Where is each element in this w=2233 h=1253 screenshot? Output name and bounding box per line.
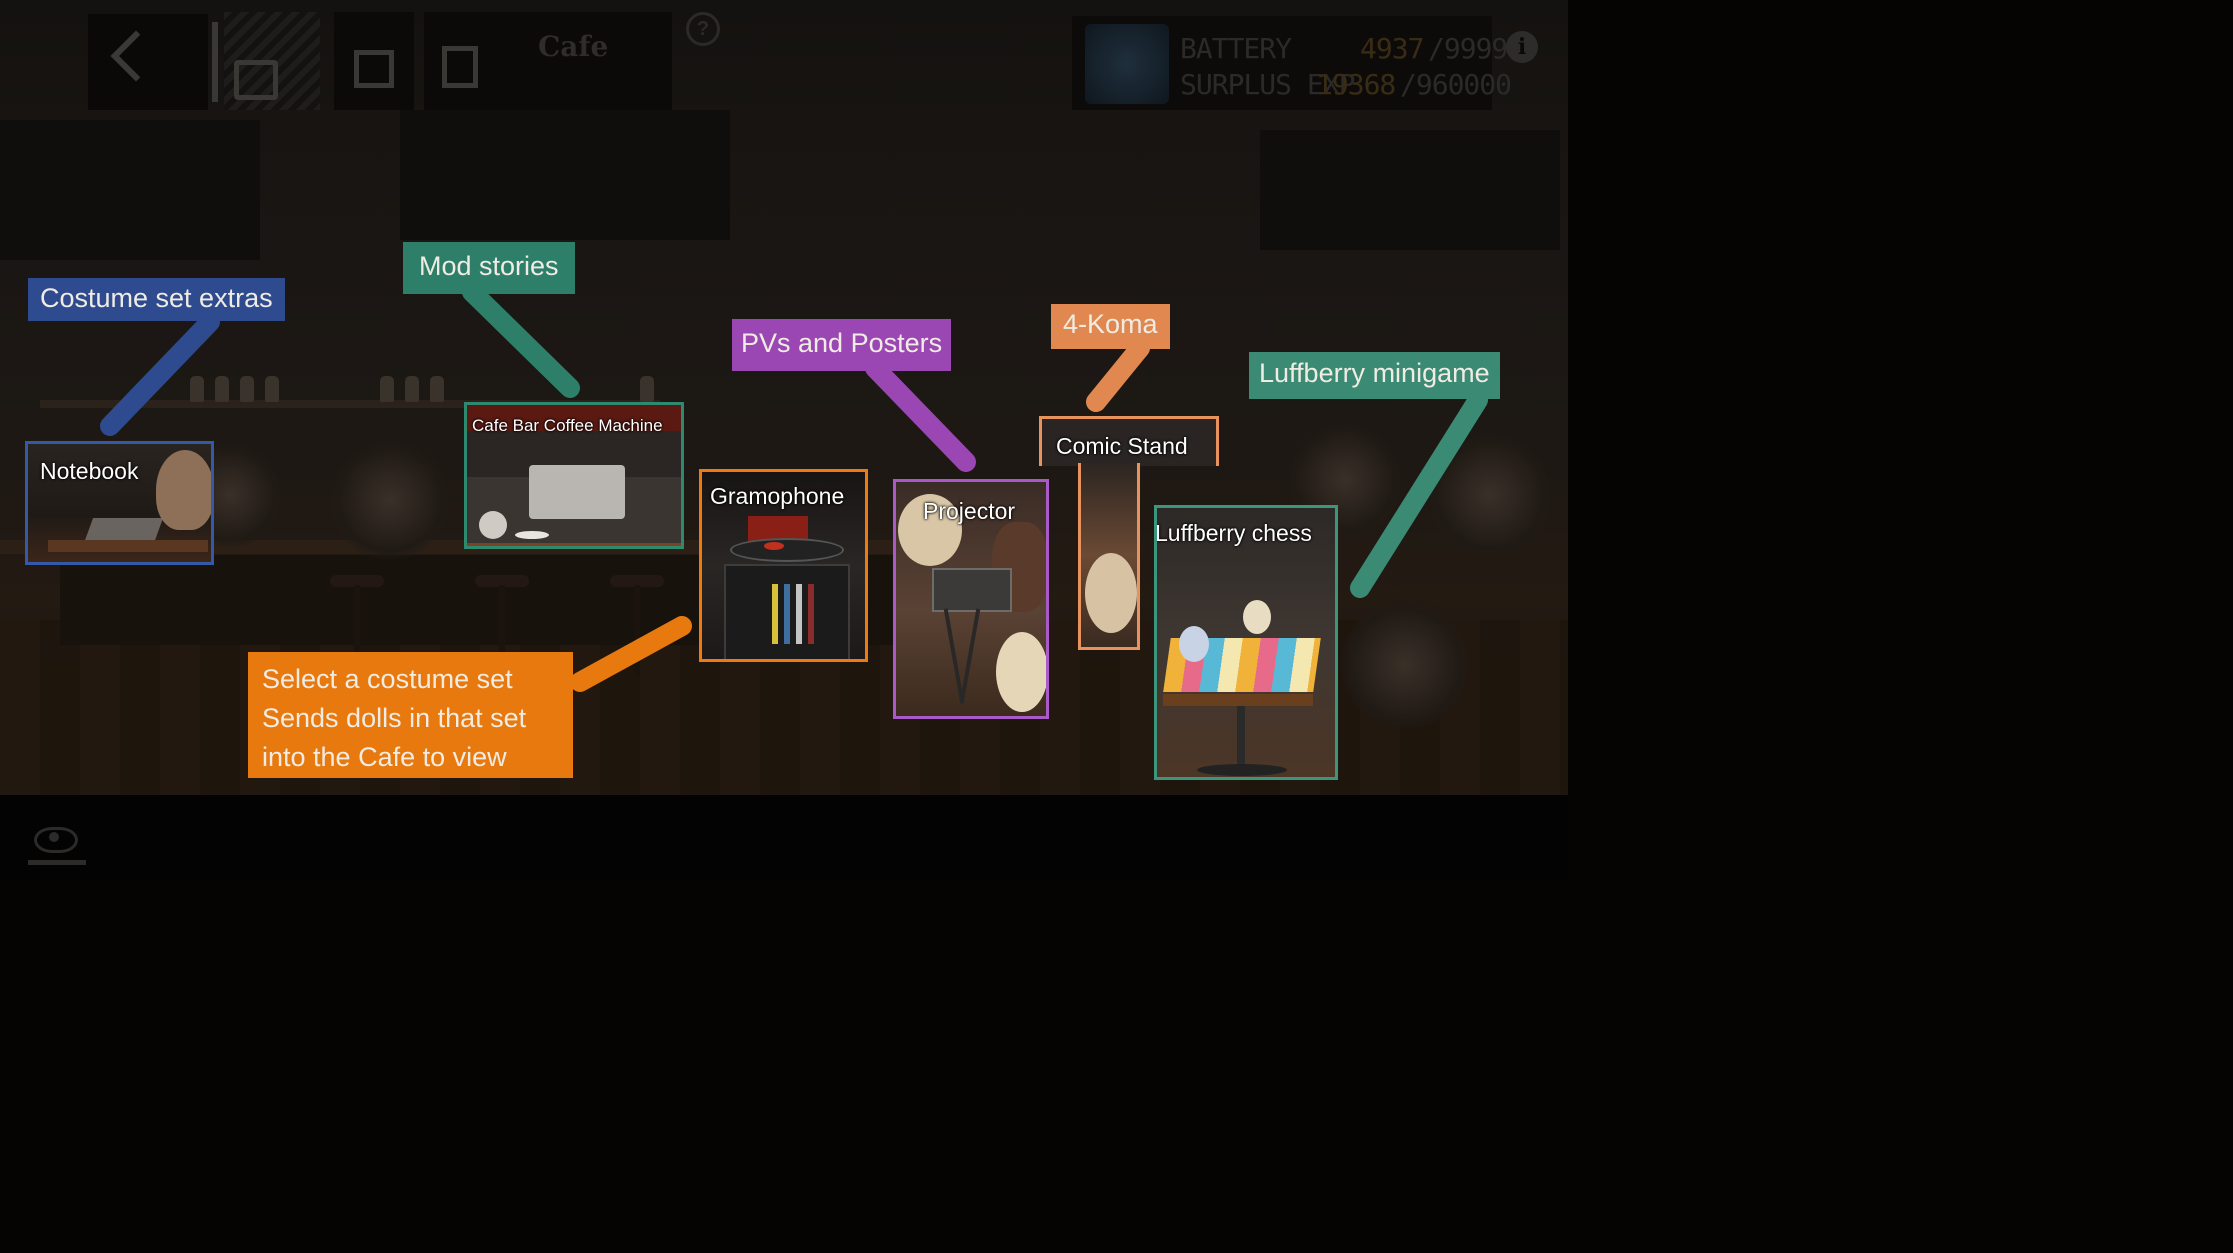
doll-sprite[interactable] bbox=[1340, 600, 1470, 730]
doll-sprite bbox=[156, 450, 211, 530]
film-projector bbox=[932, 568, 1012, 612]
help-icon[interactable]: ? bbox=[686, 12, 720, 46]
counter-top bbox=[467, 543, 681, 546]
battery-icon bbox=[1085, 24, 1169, 104]
cup bbox=[515, 531, 549, 539]
eye-pupil bbox=[49, 832, 59, 842]
comic-stand-shelf[interactable] bbox=[1078, 463, 1140, 650]
callout-select-costume-line: Select a costume set bbox=[262, 664, 513, 694]
battery-label: BATTERY bbox=[1180, 32, 1292, 65]
bottle bbox=[380, 376, 394, 402]
callout-mod-stories: Mod stories bbox=[403, 242, 575, 294]
callout-four-koma: 4-Koma bbox=[1051, 304, 1170, 349]
chess-piece bbox=[1179, 626, 1209, 662]
furniture-icon bbox=[234, 60, 278, 100]
chess-piece bbox=[1243, 600, 1271, 634]
exp-current: 19368 bbox=[1316, 68, 1396, 101]
record-sleeve bbox=[784, 584, 790, 644]
record-sleeve bbox=[796, 584, 802, 644]
wall-panel bbox=[400, 110, 730, 240]
building-icon bbox=[442, 46, 478, 88]
doll-sprite[interactable] bbox=[330, 440, 450, 560]
luffberry-chess-item[interactable]: Luffberry chess bbox=[1154, 505, 1338, 780]
coffee-machine-label: Cafe Bar Coffee Machine bbox=[472, 416, 663, 435]
record-player bbox=[730, 538, 844, 562]
notebook-label: Notebook bbox=[40, 458, 139, 484]
chess-table bbox=[1163, 694, 1313, 706]
comic-stand-item[interactable]: Comic Stand bbox=[1039, 416, 1219, 466]
projector-item[interactable]: Projector bbox=[893, 479, 1049, 719]
coffee-machine-item[interactable]: Cafe Bar Coffee Machine bbox=[464, 402, 684, 549]
battery-current: 4937 bbox=[1360, 32, 1424, 65]
desk bbox=[48, 540, 208, 552]
bottle bbox=[405, 376, 419, 402]
furniture-shop-button[interactable] bbox=[224, 12, 320, 110]
callout-pvs-posters: PVs and Posters bbox=[732, 319, 952, 371]
projector-label: Projector bbox=[923, 498, 1016, 524]
info-icon[interactable]: i bbox=[1506, 31, 1538, 63]
wall-panel bbox=[0, 120, 260, 260]
exp-max: /960000 bbox=[1400, 68, 1512, 101]
doll-sprite bbox=[1085, 553, 1137, 633]
callout-select-costume-line: Sends dolls in that set bbox=[262, 703, 527, 733]
eye-toggle-underline bbox=[28, 860, 86, 865]
table-base bbox=[1197, 764, 1287, 776]
bottom-bar bbox=[0, 795, 1568, 880]
hud-separator bbox=[212, 22, 218, 102]
record-sleeve bbox=[772, 584, 778, 644]
bottle bbox=[640, 376, 654, 402]
bottle bbox=[215, 376, 229, 402]
gramophone-label: Gramophone bbox=[710, 483, 845, 509]
callout-select-costume-line: into the Cafe to view bbox=[262, 742, 507, 772]
espresso-machine bbox=[529, 465, 625, 519]
bottle bbox=[430, 376, 444, 402]
bottle bbox=[190, 376, 204, 402]
bottle bbox=[240, 376, 254, 402]
luffberry-chess-label: Luffberry chess bbox=[1155, 520, 1312, 546]
callout-select-costume: Select a costume set Sends dolls in that… bbox=[248, 652, 573, 778]
wall-panel bbox=[1260, 130, 1560, 250]
tripod-leg bbox=[959, 608, 981, 704]
table-leg bbox=[1237, 706, 1245, 766]
bottle bbox=[265, 376, 279, 402]
home-button[interactable] bbox=[334, 12, 414, 110]
doll-sprite bbox=[996, 632, 1046, 712]
record-sleeve bbox=[808, 584, 814, 644]
callout-luffberry-minigame: Luffberry minigame bbox=[1249, 352, 1500, 399]
page-title: Cafe bbox=[538, 30, 609, 63]
gramophone-item[interactable]: Gramophone bbox=[699, 469, 868, 662]
vinyl-label bbox=[764, 542, 784, 550]
bar-stool-leg bbox=[634, 585, 640, 675]
home-icon bbox=[354, 50, 394, 88]
notebook-item[interactable]: Notebook bbox=[25, 441, 214, 565]
battery-max: /9999 bbox=[1428, 32, 1508, 65]
callout-costume-extras: Costume set extras bbox=[28, 278, 285, 321]
doll-sprite[interactable] bbox=[1430, 430, 1550, 560]
comic-stand-label: Comic Stand bbox=[1056, 433, 1188, 459]
teapot bbox=[479, 511, 507, 539]
